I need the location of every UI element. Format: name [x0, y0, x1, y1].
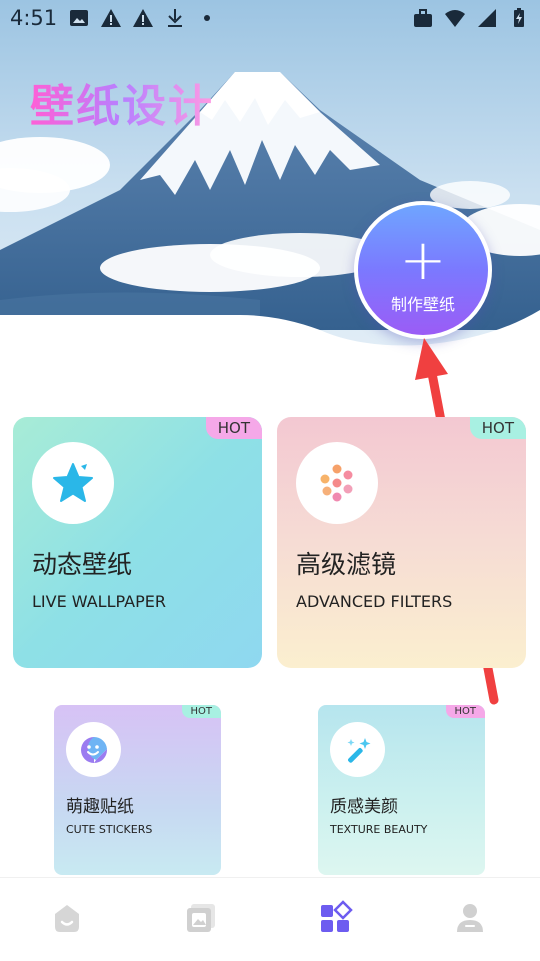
- nav-gallery[interactable]: [183, 900, 219, 936]
- download-icon: [168, 9, 182, 27]
- status-time: 4:51: [10, 6, 58, 30]
- status-bar: 4:51: [0, 0, 540, 36]
- dot-icon: [204, 15, 210, 21]
- profile-icon: [457, 904, 483, 932]
- app-title: 壁纸设计: [30, 70, 214, 134]
- briefcase-icon: [414, 9, 432, 27]
- apps-icon: [321, 900, 353, 932]
- card-subtitle: ADVANCED FILTERS: [296, 592, 453, 611]
- cute-stickers-card[interactable]: HOT 萌趣贴纸 CUTE STICKERS: [54, 705, 221, 875]
- hot-badge: HOT: [445, 705, 485, 718]
- filters-icon-circle: [296, 442, 378, 524]
- notification-icons: [68, 8, 218, 28]
- hot-badge: HOT: [181, 705, 221, 718]
- warning-icon: [133, 9, 153, 27]
- star-icon: [53, 463, 93, 502]
- nav-profile[interactable]: [452, 900, 488, 936]
- card-subtitle: CUTE STICKERS: [66, 823, 153, 836]
- magic-wand-icon: [347, 737, 370, 763]
- system-icons: [412, 8, 530, 28]
- make-wallpaper-label: 制作壁纸: [390, 295, 455, 314]
- sticker-face-icon: [80, 736, 107, 763]
- card-title: 萌趣贴纸: [66, 797, 134, 817]
- warning-icon: [101, 9, 121, 27]
- plus-icon: +: [399, 228, 447, 293]
- live-wallpaper-icon-circle: [32, 442, 114, 524]
- card-title: 动态壁纸: [32, 550, 133, 579]
- signal-icon: [478, 9, 496, 27]
- beauty-icon-circle: [330, 722, 385, 777]
- nav-home[interactable]: [49, 900, 85, 936]
- live-wallpaper-card[interactable]: HOT 动态壁纸 LIVE WALLPAPER: [13, 417, 262, 668]
- nav-apps[interactable]: [318, 900, 354, 936]
- make-wallpaper-button[interactable]: + 制作壁纸: [354, 201, 492, 339]
- texture-beauty-card[interactable]: HOT 质感美颜 TEXTURE BEAUTY: [318, 705, 485, 875]
- home-icon: [55, 905, 79, 932]
- hot-badge: HOT: [469, 417, 526, 439]
- card-subtitle: TEXTURE BEAUTY: [330, 823, 428, 836]
- filter-dots-icon: [320, 464, 353, 502]
- hot-badge: HOT: [205, 417, 262, 439]
- wifi-icon: [445, 10, 465, 27]
- image-notification-icon: [70, 10, 88, 26]
- card-title: 高级滤镜: [296, 550, 397, 579]
- card-subtitle: LIVE WALLPAPER: [32, 592, 166, 611]
- battery-icon: [514, 8, 524, 27]
- stickers-icon-circle: [66, 722, 121, 777]
- advanced-filters-card[interactable]: HOT 高级滤镜 ADVANCED FILTERS: [277, 417, 526, 668]
- bottom-navigation: [0, 877, 540, 961]
- card-title: 质感美颜: [330, 797, 398, 817]
- gallery-icon: [187, 904, 215, 932]
